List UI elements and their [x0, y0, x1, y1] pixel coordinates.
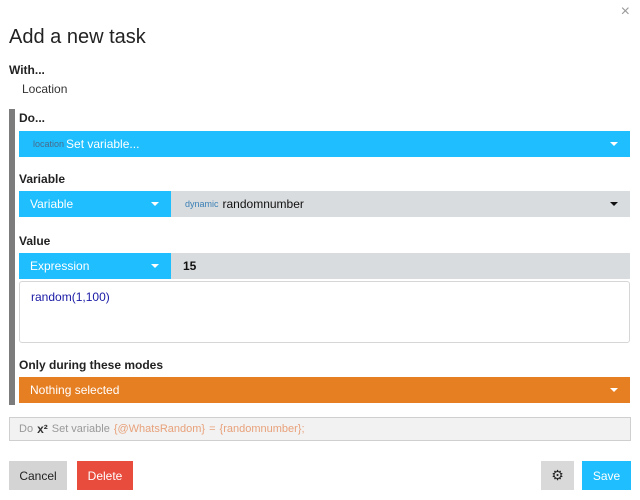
chevron-down-icon — [610, 142, 618, 146]
variable-type-label: Variable — [30, 197, 74, 211]
do-label: Do... — [19, 111, 45, 125]
modes-label: Only during these modes — [19, 358, 164, 372]
task-summary: Do x² Set variable {@WhatsRandom} = {ran… — [9, 417, 631, 441]
expression-close-paren: ) — [105, 290, 110, 304]
action-prefix: location — [33, 139, 65, 149]
chevron-down-icon — [151, 202, 159, 206]
summary-value-ref: {randomnumber}; — [219, 423, 305, 435]
variable-icon: x² — [37, 422, 48, 436]
chevron-down-icon — [151, 264, 159, 268]
cancel-button[interactable]: Cancel — [9, 461, 67, 490]
with-label: With... — [9, 63, 45, 77]
modes-select[interactable]: Nothing selected — [19, 377, 630, 403]
summary-prefix: Do — [19, 423, 34, 435]
value-type-label: Expression — [30, 259, 90, 273]
chevron-down-icon — [610, 202, 618, 206]
action-label: Set variable... — [66, 137, 140, 151]
summary-equals: = — [209, 423, 216, 435]
value-type-select[interactable]: Expression — [19, 253, 171, 279]
variable-name: randomnumber — [222, 197, 304, 211]
with-value: Location — [22, 82, 68, 96]
expression-arg-b: 100 — [85, 290, 106, 304]
settings-button[interactable]: ⚙ — [541, 461, 574, 490]
summary-var-ref: {@WhatsRandom} — [113, 423, 206, 435]
variable-label: Variable — [19, 172, 66, 186]
modes-selected: Nothing selected — [30, 383, 120, 397]
variable-name-select[interactable]: dynamic randomnumber — [171, 191, 630, 217]
value-label: Value — [19, 234, 51, 248]
gear-icon: ⚙ — [551, 467, 564, 483]
value-preview: 15 — [171, 253, 630, 279]
summary-action: Set variable — [51, 423, 110, 435]
variable-type-select[interactable]: Variable — [19, 191, 171, 217]
expression-function: random — [31, 290, 72, 304]
delete-button[interactable]: Delete — [77, 461, 133, 490]
close-icon[interactable]: × — [621, 4, 630, 20]
expression-editor[interactable]: random(1,100) — [19, 281, 630, 343]
variable-name-prefix: dynamic — [185, 199, 219, 209]
save-button[interactable]: Save — [582, 461, 631, 490]
chevron-down-icon — [610, 388, 618, 392]
dialog-title: Add a new task — [9, 26, 146, 48]
action-select[interactable]: location Set variable... — [19, 131, 630, 157]
